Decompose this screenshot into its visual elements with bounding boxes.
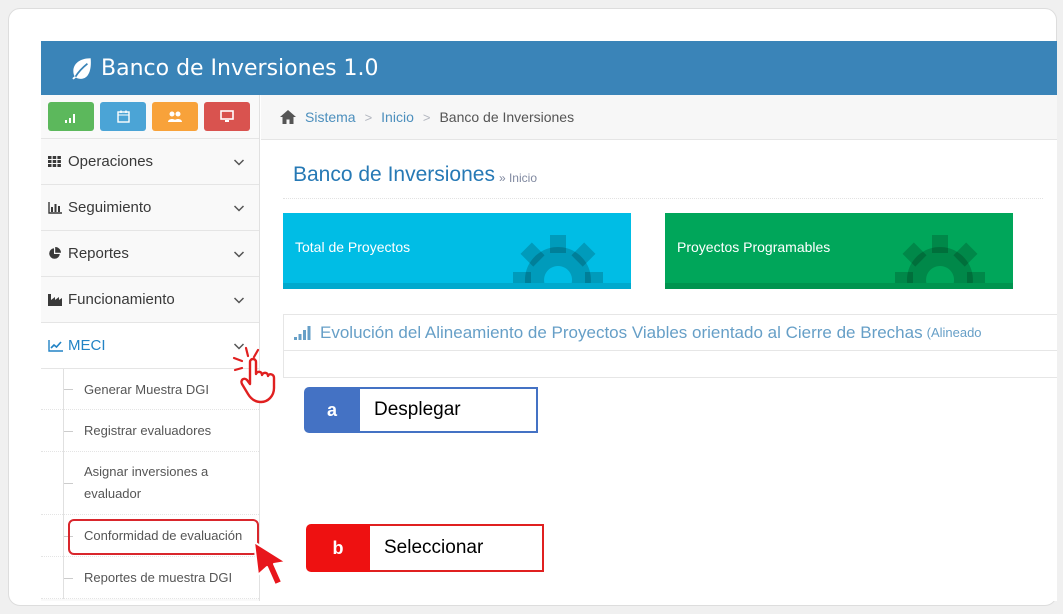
breadcrumb-separator-icon: > [422, 109, 431, 125]
callout-a-badge: a [304, 387, 360, 433]
breadcrumb: Sistema > Inicio > Banco de Inversiones [261, 95, 1057, 140]
sidebar-item-meci[interactable]: MECI [41, 323, 259, 369]
tile-label: Proyectos Programables [677, 239, 831, 255]
chevron-down-icon [233, 158, 245, 166]
breadcrumb-separator-icon: > [364, 109, 373, 125]
cursor-arrow-icon [253, 541, 287, 586]
industry-icon [48, 293, 62, 306]
page-header: Banco de Inversiones » Inicio [283, 151, 1043, 199]
submenu-item-label: Asignar inversiones a evaluador [84, 464, 209, 501]
sidebar-item-funcionamiento[interactable]: Funcionamiento [41, 277, 259, 323]
evolution-panel: Evolución del Alineamiento de Proyectos … [283, 314, 1057, 378]
tile-total-proyectos[interactable]: Total de Proyectos [283, 213, 631, 289]
gear-icon [513, 235, 603, 283]
calendar-icon [116, 110, 130, 123]
page-title: Banco de Inversiones [293, 162, 495, 186]
sidebar-item-operaciones[interactable]: Operaciones [41, 139, 259, 185]
grid-icon [48, 156, 61, 167]
callout-b: b Seleccionar [306, 524, 544, 572]
hand-pointer-icon [232, 346, 276, 404]
chevron-down-icon [233, 250, 245, 258]
shortcut-calendar-button[interactable] [100, 102, 146, 131]
meci-submenu: Generar Muestra DGI Registrar evaluadore… [41, 369, 259, 599]
sidebar-item-label: MECI [68, 337, 106, 354]
panel-header: Evolución del Alineamiento de Proyectos … [284, 315, 1057, 351]
submenu-item-label: Generar Muestra DGI [84, 381, 209, 397]
highlight-conformidad-box [68, 519, 259, 555]
users-icon [168, 111, 182, 122]
sidebar-item-seguimiento[interactable]: Seguimiento [41, 185, 259, 231]
submenu-item-generar-muestra[interactable]: Generar Muestra DGI [41, 369, 259, 410]
sidebar-item-label: Reportes [68, 245, 129, 262]
callout-a-text: Desplegar [360, 387, 538, 433]
submenu-item-registrar-evaluadores[interactable]: Registrar evaluadores [41, 410, 259, 452]
sidebar-item-label: Funcionamiento [68, 291, 175, 308]
callout-a: a Desplegar [304, 387, 538, 433]
home-icon [280, 110, 296, 124]
sidebar-item-label: Operaciones [68, 153, 154, 170]
submenu-item-label: Registrar evaluadores [84, 423, 212, 438]
sidebar-item-label: Seguimiento [68, 199, 152, 216]
panel-title: Evolución del Alineamiento de Proyectos … [320, 322, 923, 342]
sidebar-shortcuts [41, 95, 259, 139]
chevron-down-icon [233, 296, 245, 304]
sidebar-item-reportes[interactable]: Reportes [41, 231, 259, 277]
desktop-icon [220, 110, 234, 122]
breadcrumb-link-sistema[interactable]: Sistema [305, 109, 356, 125]
chevron-down-icon [233, 204, 245, 212]
callout-b-badge: b [306, 524, 370, 572]
submenu-item-reportes-muestra[interactable]: Reportes de muestra DGI [41, 557, 259, 599]
submenu-item-label: Reportes de muestra DGI [84, 570, 233, 585]
bar-chart-icon [48, 201, 62, 214]
callout-b-text: Seleccionar [370, 524, 544, 572]
breadcrumb-current: Banco de Inversiones [439, 109, 575, 125]
submenu-item-asignar-inversiones[interactable]: Asignar inversiones a evaluador [41, 452, 259, 515]
app-window: Banco de Inversiones 1.0 Operaciones Seg… [41, 41, 1057, 601]
line-chart-icon [48, 339, 63, 352]
signal-bars-icon [294, 325, 311, 340]
gear-icon [895, 235, 985, 283]
bar-chart-icon [65, 113, 75, 123]
shortcut-desktop-button[interactable] [204, 102, 250, 131]
app-header: Banco de Inversiones 1.0 [41, 41, 1057, 95]
shortcut-users-button[interactable] [152, 102, 198, 131]
pie-chart-icon [49, 247, 61, 259]
breadcrumb-link-inicio[interactable]: Inicio [381, 109, 414, 125]
tile-proyectos-programables[interactable]: Proyectos Programables [665, 213, 1013, 289]
page-subtitle: » Inicio [498, 170, 537, 185]
shortcut-stats-button[interactable] [48, 102, 94, 131]
app-title: Banco de Inversiones 1.0 [101, 55, 379, 81]
leaf-icon [72, 58, 91, 80]
panel-title-suffix: (Alineado [926, 325, 982, 340]
tile-label: Total de Proyectos [295, 239, 411, 255]
